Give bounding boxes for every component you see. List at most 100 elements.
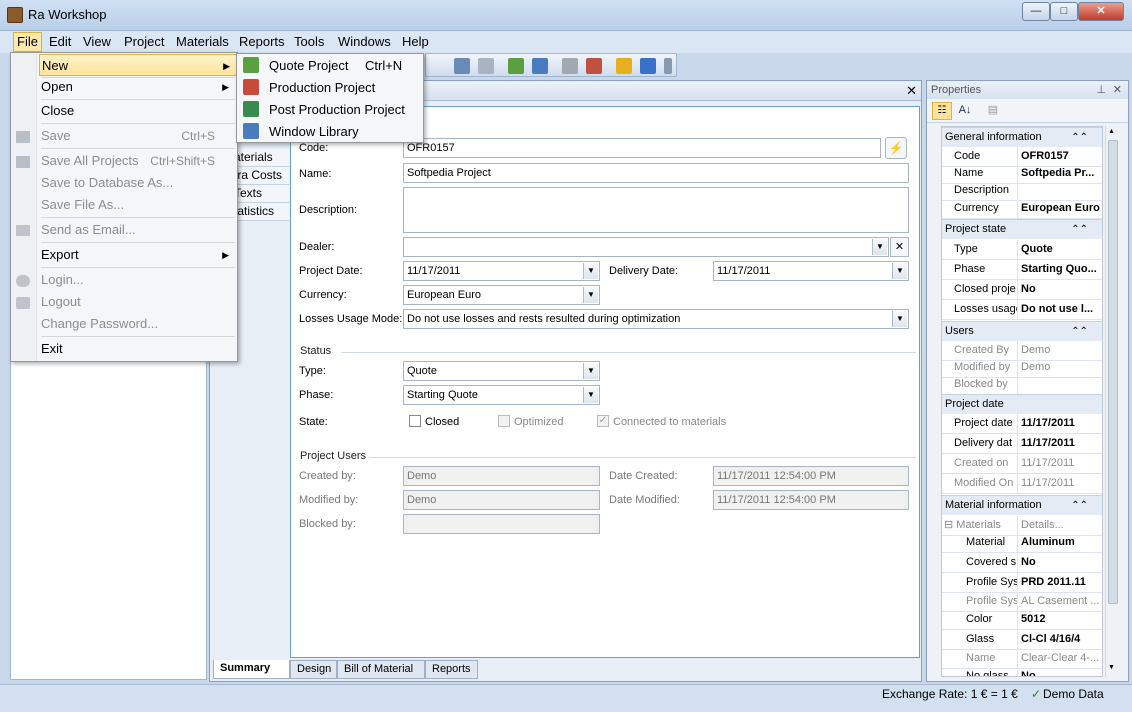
menu-tools[interactable]: Tools [291, 34, 327, 49]
menu-help[interactable]: Help [399, 34, 432, 49]
chevron-down-icon[interactable]: ▼ [872, 239, 887, 255]
menu-item-save-all[interactable]: Save All Projects Ctrl+Shift+S [41, 150, 235, 172]
property-row[interactable]: Phase Starting Quo... [942, 260, 1102, 280]
generate-code-icon[interactable]: ⚡ [885, 137, 907, 159]
menu-item-save-db[interactable]: Save to Database As... [41, 172, 235, 194]
divider [369, 457, 916, 458]
menu-item-post-production[interactable]: Post Production Project [269, 99, 419, 121]
project-date-field[interactable]: 11/17/2011 ▼ [403, 261, 600, 281]
category-material[interactable]: Material information ⌃⌃ [942, 495, 1102, 515]
menu-windows[interactable]: Windows [335, 34, 394, 49]
scroll-down-icon[interactable]: ▼ [1108, 664, 1115, 671]
property-row[interactable]: Closed proje No [942, 280, 1102, 300]
category-project-date[interactable]: Project date [942, 394, 1102, 414]
delete-element-icon[interactable] [586, 58, 602, 74]
structure-icon[interactable] [562, 58, 578, 74]
menu-reports[interactable]: Reports [236, 34, 288, 49]
scroll-up-icon[interactable]: ▲ [1108, 128, 1115, 135]
add-door-icon[interactable] [532, 58, 548, 74]
tab-bill-of-material[interactable]: Bill of Material [337, 660, 425, 679]
optimized-checkbox[interactable] [498, 415, 510, 427]
menu-item-exit[interactable]: Exit [41, 338, 235, 360]
property-row[interactable]: Losses usage Do not use l... [942, 300, 1102, 320]
close-document-icon[interactable]: ✕ [906, 83, 917, 99]
currency-select[interactable]: European Euro ▼ [403, 285, 600, 305]
menu-item-window-library[interactable]: Window Library [269, 121, 419, 143]
connected-checkbox[interactable]: ✓ [597, 415, 609, 427]
scrollbar-thumb[interactable] [1108, 140, 1118, 604]
type-select[interactable]: Quote ▼ [403, 361, 600, 381]
close-window-button[interactable]: ✕ [1078, 2, 1124, 21]
delivery-date-field[interactable]: 11/17/2011 ▼ [713, 261, 909, 281]
property-row[interactable]: Blocked by [942, 375, 1102, 395]
menu-materials[interactable]: Materials [173, 34, 232, 49]
property-row[interactable]: Covered s No [942, 553, 1102, 573]
toolbar-overflow-icon[interactable] [664, 58, 672, 74]
tab-reports[interactable]: Reports [425, 660, 478, 679]
menu-file[interactable]: File [13, 32, 42, 52]
property-row[interactable]: Material Aluminum [942, 533, 1102, 553]
menu-item-save[interactable]: Save Ctrl+S [41, 125, 235, 147]
chevron-down-icon[interactable]: ▼ [583, 287, 598, 303]
property-row[interactable]: Created on 11/17/2011 [942, 454, 1102, 474]
close-properties-icon[interactable]: ✕ [1113, 83, 1122, 96]
category-users[interactable]: Users ⌃⌃ [942, 321, 1102, 341]
menu-item-change-password[interactable]: Change Password... [41, 313, 235, 335]
property-row[interactable]: Name Clear-Clear 4-... [942, 649, 1102, 669]
menu-item-production-project[interactable]: Production Project [269, 77, 419, 99]
menu-item-send-email[interactable]: Send as Email... [41, 219, 235, 241]
menu-item-new[interactable]: New ▶ [39, 54, 237, 76]
menu-edit[interactable]: Edit [46, 34, 74, 49]
property-row[interactable]: Profile Sys PRD 2011.11 [942, 573, 1102, 593]
property-row[interactable]: Color 5012 [942, 610, 1102, 630]
minimize-button[interactable]: — [1022, 2, 1050, 21]
tab-summary[interactable]: Summary [213, 660, 290, 679]
property-row[interactable]: Project date 11/17/2011 [942, 414, 1102, 434]
clear-dealer-icon[interactable]: ✕ [890, 237, 909, 257]
pin-icon[interactable]: ⊥ [1096, 83, 1106, 96]
dealer-select[interactable]: ▼ [403, 237, 889, 257]
chevron-down-icon[interactable]: ▼ [583, 387, 598, 403]
menu-item-logout[interactable]: Logout [41, 291, 235, 313]
property-row[interactable]: Delivery dat 11/17/2011 [942, 434, 1102, 454]
category-general[interactable]: General information ⌃⌃ [942, 127, 1102, 147]
description-field[interactable] [403, 187, 909, 233]
add-window-icon[interactable] [508, 58, 524, 74]
losses-select[interactable]: Do not use losses and rests resulted dur… [403, 309, 909, 329]
preview-icon[interactable] [478, 58, 494, 74]
property-row[interactable]: No glass No [942, 667, 1102, 676]
menu-item-save-file[interactable]: Save File As... [41, 194, 235, 216]
project-date-label: Project Date: [299, 265, 363, 277]
menu-item-open[interactable]: Open ▶ [41, 76, 235, 98]
property-row[interactable]: Currency European Euro [942, 199, 1102, 219]
lightning-icon[interactable] [616, 58, 632, 74]
print-icon[interactable] [454, 58, 470, 74]
category-project-state[interactable]: Project state ⌃⌃ [942, 219, 1102, 239]
maximize-button[interactable]: □ [1050, 2, 1078, 21]
menu-item-close[interactable]: Close [41, 100, 235, 122]
closed-checkbox[interactable] [409, 415, 421, 427]
chevron-down-icon[interactable]: ▼ [583, 363, 598, 379]
property-row[interactable]: Profile Sys AL Casement ... [942, 592, 1102, 612]
properties-scrollbar[interactable]: ▲ ▼ [1105, 126, 1119, 677]
menu-item-export[interactable]: Export ▶ [41, 244, 235, 266]
categorized-icon[interactable]: ☷ [932, 102, 952, 120]
chevron-down-icon[interactable]: ▼ [892, 311, 907, 327]
property-row[interactable]: Glass Cl-Cl 4/16/4 [942, 630, 1102, 650]
sort-alphabetical-icon[interactable]: A↓ [955, 102, 975, 120]
property-row[interactable]: Type Quote [942, 240, 1102, 260]
property-row[interactable]: Description [942, 181, 1102, 201]
chevron-down-icon[interactable]: ▼ [892, 263, 907, 279]
phase-select[interactable]: Starting Quote ▼ [403, 385, 600, 405]
tab-design[interactable]: Design [290, 660, 337, 679]
menu-item-login[interactable]: Login... [41, 269, 235, 291]
chevron-down-icon[interactable]: ▼ [583, 263, 598, 279]
optimize-icon[interactable] [640, 58, 656, 74]
property-row[interactable]: Modified On 11/17/2011 [942, 474, 1102, 494]
menu-item-quote-project[interactable]: Quote Project Ctrl+N [269, 55, 419, 77]
menu-project[interactable]: Project [121, 34, 167, 49]
menu-view[interactable]: View [80, 34, 114, 49]
property-pages-icon[interactable]: ▤ [983, 102, 1003, 120]
name-field[interactable]: Softpedia Project [403, 163, 909, 183]
code-field[interactable]: OFR0157 [403, 138, 881, 158]
